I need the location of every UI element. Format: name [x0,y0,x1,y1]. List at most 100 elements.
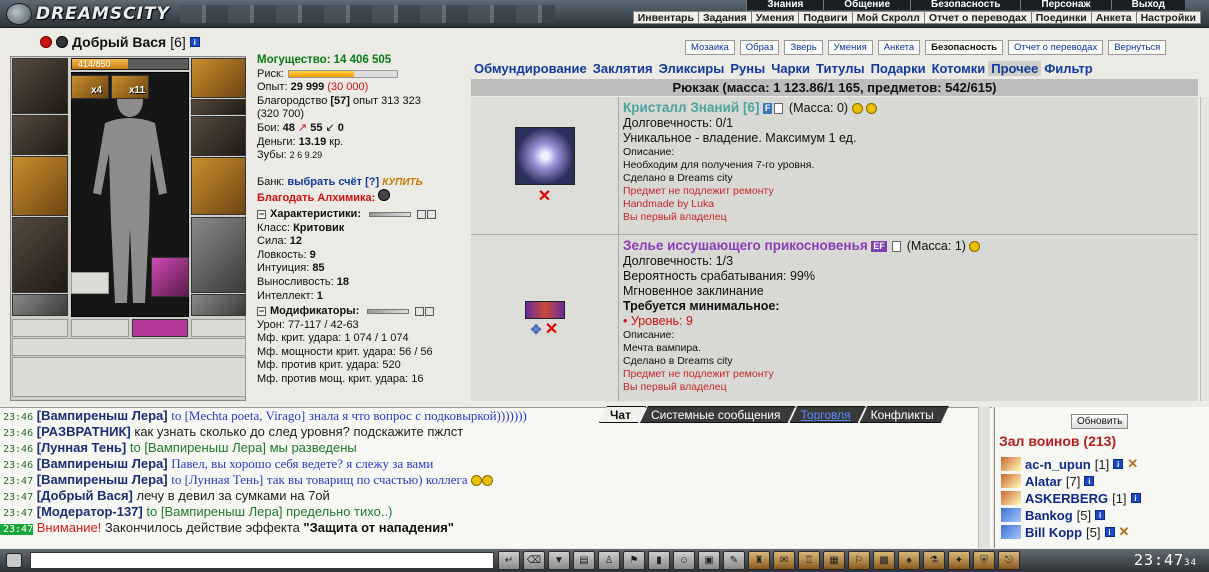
btn-transfer-report[interactable]: Отчет о переводах [1008,40,1104,55]
shield-menu-icon[interactable]: ⛨ [973,551,995,570]
menu-transfer-report[interactable]: Отчет о переводах [923,12,1031,24]
menu-profile[interactable]: Анкета [1090,12,1136,24]
bank-help-link[interactable]: [?] [365,176,379,188]
rings-slot[interactable] [191,99,246,115]
delete-icon[interactable]: ✕ [545,321,558,338]
exit-icon[interactable]: ⎋ [998,551,1020,570]
gift-menu-icon[interactable]: ✦ [948,551,970,570]
clan-icon[interactable] [40,36,52,48]
menu-duels[interactable]: Поединки [1030,12,1091,24]
modifiers-slider[interactable] [367,309,410,315]
menu-quests[interactable]: Задания [697,12,751,24]
menu-settings[interactable]: Настройки [1135,12,1200,24]
btn-image[interactable]: Образ [739,40,780,55]
private-icon[interactable] [1001,474,1021,488]
private-icon[interactable] [1001,491,1021,505]
potion-icon[interactable] [524,301,565,319]
belt-items-row[interactable] [12,338,246,356]
characteristics-header[interactable]: − Характеристики: [257,208,469,222]
tab-bags[interactable]: Котомки [929,61,989,76]
menu-character[interactable]: Персонаж [1020,0,1111,10]
online-user[interactable]: Alatar [7] i [1001,473,1095,489]
scroll-icon[interactable]: ✉ [773,551,795,570]
tab-gifts[interactable]: Подарки [868,61,929,76]
menu-exit[interactable]: Выход [1110,0,1185,10]
private-icon[interactable] [1001,508,1021,522]
expand-icon[interactable] [416,210,426,220]
armor-slot[interactable] [12,217,68,293]
online-user[interactable]: ASKERBERG [1] i [1001,490,1141,506]
chat-nick[interactable]: [Вампиреныш Лера] [37,456,168,471]
menu-my-scroll[interactable]: Мой Скролл [851,12,924,24]
chat-nick[interactable]: [Вампиреныш Лера] [37,472,168,487]
document-icon[interactable] [892,241,902,253]
smile-menu-icon[interactable]: ☺ [673,551,695,570]
private-icon[interactable] [1001,525,1021,539]
close-icon[interactable] [426,210,436,220]
pen-icon[interactable] [6,553,22,568]
close-icon[interactable] [425,307,435,317]
chat-nick[interactable]: [Вампиреныш Лера] [37,408,168,423]
expand-icon[interactable] [415,307,425,317]
btn-beast[interactable]: Зверь [784,40,823,55]
knowledge-crystal-icon[interactable] [514,126,575,185]
menu-feats[interactable]: Подвиги [798,12,851,24]
map-icon[interactable]: ▩ [873,551,895,570]
tab-runes[interactable]: Руны [727,61,768,76]
wand-icon[interactable]: ✎ [723,551,745,570]
skills-icon[interactable]: ⚑ [623,551,645,570]
menu-security[interactable]: Безопасность [910,0,1021,10]
menu-knowledge[interactable]: Знания [746,0,824,10]
bag-icon[interactable]: ♜ [748,551,770,570]
characteristics-slider[interactable] [368,212,411,218]
mount-slot[interactable] [71,272,109,294]
document-icon[interactable] [774,103,784,115]
menu-communication[interactable]: Общение [823,0,910,10]
filter-icon[interactable]: ▼ [548,551,570,570]
cards-icon[interactable]: ♠ [898,551,920,570]
tab-filter[interactable]: Фильтр [1041,61,1096,76]
bank-buy-link[interactable]: КУПИТЬ [382,177,423,188]
pet-slot[interactable] [151,257,189,297]
helmet-slot[interactable] [12,58,68,114]
btn-return[interactable]: Вернуться [1108,40,1167,55]
gloves-slot[interactable] [191,116,246,156]
potion-menu-icon[interactable]: ⚗ [923,551,945,570]
refresh-button[interactable]: Обновить [1071,414,1129,429]
amulet-slot[interactable] [191,58,246,98]
chat-nick[interactable]: [Модератор-137] [37,504,143,519]
delete-icon[interactable]: ✕ [538,188,551,205]
btn-security[interactable]: Безопасность [925,40,1004,55]
chat-nick[interactable]: [РАЗВРАТНИК] [37,424,131,439]
info-icon[interactable]: i [1104,527,1115,537]
flag-icon[interactable]: ⚐ [848,551,870,570]
scroll-slot-1[interactable] [12,319,68,337]
menu-skills[interactable]: Умения [750,12,799,24]
eraser-icon[interactable]: ⌫ [523,551,545,570]
collapse-icon[interactable]: − [257,210,266,220]
boots-slot[interactable] [191,294,246,316]
info-icon[interactable]: i [1084,476,1095,486]
scroll-slot-4[interactable] [191,319,246,337]
btn-skills[interactable]: Умения [827,40,873,55]
menu-inventory[interactable]: Инвентарь [634,12,698,24]
online-user[interactable]: ac-n_upun [1] i ✕ [1001,456,1138,472]
screen-icon[interactable]: ▣ [698,551,720,570]
tab-trade[interactable]: Торговля [790,406,866,423]
chest-icon[interactable]: ▦ [823,551,845,570]
align-icon[interactable] [56,36,68,48]
tower-icon[interactable]: ♖ [798,551,820,570]
weapon-left-slot[interactable] [12,156,68,216]
online-user[interactable]: Bankog [5] i [1001,507,1106,523]
tab-charms[interactable]: Чарки [768,61,813,76]
tab-spells[interactable]: Заклятия [590,61,656,76]
modifiers-header[interactable]: − Модификаторы: [257,305,469,319]
info-icon[interactable]: i [1095,510,1106,520]
chat-input[interactable] [30,552,494,569]
bag-slots-row[interactable] [12,357,246,397]
legs-slot[interactable] [191,217,246,293]
chat-scrollbar[interactable] [978,407,990,548]
split-icon[interactable]: ✥ [531,322,542,337]
bank-select-link[interactable]: выбрать счёт [287,176,362,188]
tab-conflicts[interactable]: Конфликты [860,406,949,423]
